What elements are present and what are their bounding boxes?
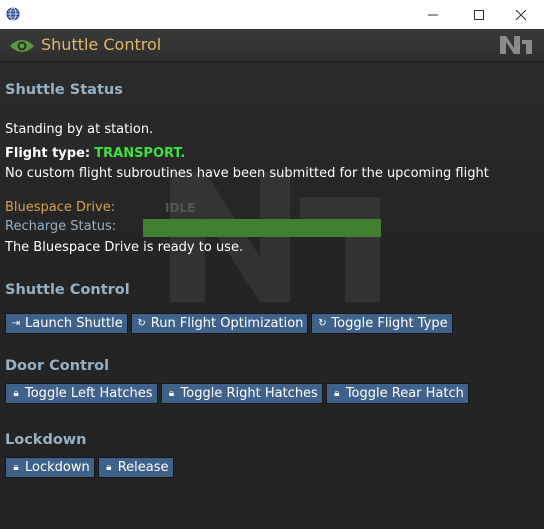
close-button[interactable] — [498, 0, 544, 29]
drive-value: IDLE — [165, 201, 196, 215]
flight-type-line: Flight type: TRANSPORT. — [5, 146, 185, 161]
lockdown-button[interactable]: 🔒︎ Lockdown — [5, 457, 95, 478]
drive-ready-text: The Bluespace Drive is ready to use. — [5, 240, 244, 255]
run-flight-optimization-button[interactable]: ↻ Run Flight Optimization — [130, 313, 309, 334]
lock-icon: 🔒︎ — [106, 462, 112, 473]
button-label: Toggle Right Hatches — [180, 386, 318, 401]
window-content: Shuttle Status Standing by at station. F… — [0, 62, 544, 529]
shuttle-control-heading: Shuttle Control — [5, 282, 130, 298]
eye-icon[interactable] — [9, 38, 35, 58]
app-header: Shuttle Control — [0, 29, 544, 62]
flight-type-value: TRANSPORT. — [94, 146, 186, 161]
maximize-button[interactable] — [456, 0, 502, 29]
button-label: Toggle Flight Type — [331, 316, 448, 331]
refresh-icon: ↻ — [137, 318, 146, 329]
door-control-heading: Door Control — [5, 358, 110, 374]
button-label: Toggle Rear Hatch — [345, 386, 464, 401]
subroutines-text: No custom flight subroutines have been s… — [5, 166, 489, 181]
refresh-icon: ↻ — [318, 318, 327, 329]
toggle-right-hatches-button[interactable]: 🔒︎ Toggle Right Hatches — [160, 383, 323, 404]
flight-type-label: Flight type: — [5, 146, 91, 161]
toggle-rear-hatch-button[interactable]: 🔒︎ Toggle Rear Hatch — [325, 383, 469, 404]
nanotrasen-logo — [498, 34, 534, 60]
button-label: Launch Shuttle — [25, 316, 123, 331]
recharge-label: Recharge Status: — [5, 219, 117, 234]
lock-icon: 🔒︎ — [13, 462, 19, 473]
shuttle-control-buttons: ⇥ Launch Shuttle ↻ Run Flight Optimizati… — [5, 313, 453, 334]
minimize-button[interactable] — [410, 0, 456, 29]
lockdown-buttons: 🔒︎ Lockdown 🔒︎ Release — [5, 457, 174, 478]
window-titlebar — [0, 0, 544, 29]
button-label: Lockdown — [25, 460, 90, 475]
shuttle-status-heading: Shuttle Status — [5, 82, 123, 98]
button-label: Run Flight Optimization — [150, 316, 304, 331]
standby-text: Standing by at station. — [5, 122, 154, 137]
lock-icon: 🔒︎ — [13, 388, 19, 399]
lock-icon: 🔒︎ — [334, 388, 340, 399]
close-icon — [515, 9, 527, 20]
lock-icon: 🔒︎ — [168, 388, 175, 399]
button-label: Toggle Left Hatches — [25, 386, 153, 401]
lockdown-heading: Lockdown — [5, 432, 87, 448]
door-control-buttons: 🔒︎ Toggle Left Hatches 🔒︎ Toggle Right H… — [5, 383, 469, 404]
nanotrasen-watermark-icon — [160, 162, 390, 316]
maximize-icon — [474, 9, 484, 20]
drive-label: Bluespace Drive: — [5, 200, 116, 215]
page-title: Shuttle Control — [41, 35, 162, 54]
globe-icon — [6, 7, 20, 21]
button-label: Release — [117, 460, 169, 475]
toggle-left-hatches-button[interactable]: 🔒︎ Toggle Left Hatches — [5, 383, 158, 404]
minimize-icon — [428, 14, 438, 15]
release-button[interactable]: 🔒︎ Release — [97, 457, 174, 478]
recharge-progress-fill — [143, 219, 381, 237]
launch-icon: ⇥ — [11, 318, 21, 329]
recharge-progress-bar — [143, 219, 381, 237]
toggle-flight-type-button[interactable]: ↻ Toggle Flight Type — [311, 313, 453, 334]
launch-shuttle-button[interactable]: ⇥ Launch Shuttle — [5, 313, 128, 334]
